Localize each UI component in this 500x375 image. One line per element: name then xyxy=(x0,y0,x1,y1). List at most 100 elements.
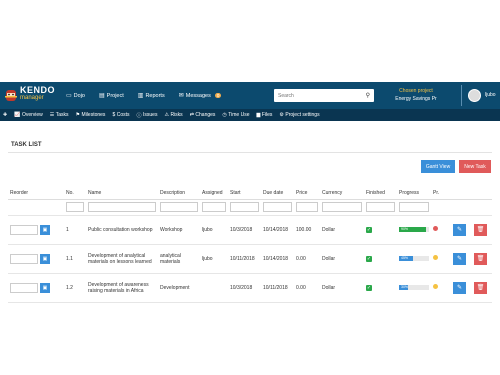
filter-cell xyxy=(472,199,492,216)
table-row[interactable]: ▣ 1.1 Development of analytical materials … xyxy=(8,244,492,274)
table-row[interactable]: ▣ 1 Public consultation workshop Workshop lj… xyxy=(8,215,492,245)
edit-button[interactable]: ✎ xyxy=(453,223,466,236)
subnav-overview[interactable]: ✚ xyxy=(3,112,7,118)
nav-project-label: Project xyxy=(106,92,124,99)
reorder-input[interactable] xyxy=(10,282,38,293)
filter-start-input[interactable] xyxy=(230,202,259,212)
logo[interactable]: KENDO manager xyxy=(2,82,60,109)
filter-assigned-input[interactable] xyxy=(202,202,226,212)
reorder-input[interactable] xyxy=(10,253,38,264)
flag-icon: ⚑ xyxy=(75,112,81,118)
edit-button[interactable]: ✎ xyxy=(453,252,466,265)
task-due: 10/14/2018 xyxy=(261,244,294,274)
filter-no-input[interactable] xyxy=(66,202,84,212)
subnav-item-costs[interactable]: $ Costs xyxy=(112,112,129,118)
subnav-label: Milestones xyxy=(81,112,106,118)
header-start[interactable]: Start xyxy=(228,187,261,200)
reorder-input[interactable] xyxy=(10,224,38,235)
header-due-date[interactable]: Due date xyxy=(261,187,294,200)
task-currency: Dollar xyxy=(320,244,364,274)
filter-finished-input[interactable] xyxy=(366,202,395,212)
chosen-project[interactable]: Chosen project Energy Savings Pr xyxy=(388,87,444,103)
header-assigned[interactable]: Assigned xyxy=(200,187,228,200)
nav-project[interactable]: ▤ Project xyxy=(99,92,124,100)
subnav-item-files[interactable]: ▆ Files xyxy=(257,112,273,118)
subnav-item-issues[interactable]: ⓘ Issues xyxy=(137,112,158,119)
header-description[interactable]: Description xyxy=(158,187,200,200)
task-no: 1 xyxy=(64,215,86,245)
subnav-label: Overview xyxy=(21,112,43,118)
task-description: Development xyxy=(158,273,200,303)
filter-name-input[interactable] xyxy=(88,202,156,212)
filter-progress-input[interactable] xyxy=(399,202,429,212)
search-input[interactable] xyxy=(278,92,366,99)
priority-icon xyxy=(433,226,438,231)
subnav-item-time-use[interactable]: ◷ Time Use xyxy=(222,112,249,118)
ninja-mascot-icon xyxy=(5,90,17,101)
task-due: 10/14/2018 xyxy=(261,215,294,245)
header-priority[interactable]: Pr. xyxy=(431,187,451,200)
delete-button[interactable]: 🗑 xyxy=(474,252,487,265)
changes-icon: ⇄ xyxy=(189,112,194,118)
tasks-icon: ☰ xyxy=(49,112,55,118)
subnav-item-project-settings[interactable]: ⚙ Project settings xyxy=(279,112,319,118)
header-progress[interactable]: Progress xyxy=(397,187,431,200)
top-navbar: KENDO manager ▭ Dojo ▤ Project ▥ Reports… xyxy=(0,82,500,109)
filter-currency-input[interactable] xyxy=(322,202,362,212)
save-order-icon[interactable]: ▣ xyxy=(40,282,50,293)
task-name[interactable]: Development of awareness raising materia… xyxy=(86,273,158,303)
task-assigned: ljubo xyxy=(200,244,228,274)
nav-reports-label: Reports xyxy=(145,92,165,99)
new-task-button[interactable]: New Task xyxy=(459,160,491,173)
top-nav: ▭ Dojo ▤ Project ▥ Reports ✉ Messages 0 xyxy=(66,92,235,99)
table-row[interactable]: ▣ 1.2 Development of awareness raising mat… xyxy=(8,273,492,303)
info-icon: ⓘ xyxy=(136,112,142,119)
gantt-view-button[interactable]: Gantt View xyxy=(421,160,455,173)
header-name[interactable]: Name xyxy=(86,187,158,200)
edit-button[interactable]: ✎ xyxy=(453,281,466,294)
logo-subtitle: manager xyxy=(20,95,44,101)
search-icon[interactable]: ⚲ xyxy=(366,92,370,99)
messages-badge: 0 xyxy=(214,93,222,98)
header-reorder[interactable]: Reorder xyxy=(8,187,64,200)
filter-cell xyxy=(431,199,451,216)
nav-dojo[interactable]: ▭ Dojo xyxy=(66,92,85,100)
subnav-item-milestones[interactable]: ⚑ Milestones xyxy=(76,112,106,118)
task-description: analytical materials xyxy=(158,244,200,274)
header-finished[interactable]: Finished xyxy=(364,187,397,200)
filter-description-input[interactable] xyxy=(160,202,198,212)
subnav-item-changes[interactable]: ⇄ Changes xyxy=(190,112,216,118)
task-price: 0.00 xyxy=(294,273,320,303)
filter-cell xyxy=(261,199,294,216)
nav-reports[interactable]: ▥ Reports xyxy=(138,92,165,100)
header-no[interactable]: No. xyxy=(64,187,86,200)
edit-cell: ✎ xyxy=(451,273,472,303)
task-name[interactable]: Public consultation workshop xyxy=(86,215,158,245)
subnav-item-tasks[interactable]: ☰ Tasks xyxy=(50,112,69,118)
save-order-icon[interactable]: ▣ xyxy=(40,253,50,264)
header-currency[interactable]: Currency xyxy=(320,187,364,200)
user-name[interactable]: ljubo xyxy=(485,92,496,98)
save-order-icon[interactable]: ▣ xyxy=(40,224,50,235)
subnav-label: Project settings xyxy=(285,112,320,118)
envelope-icon: ✉ xyxy=(178,93,184,99)
delete-button[interactable]: 🗑 xyxy=(474,281,487,294)
header-price[interactable]: Price xyxy=(294,187,320,200)
subnav-item-overview[interactable]: 📈 Overview xyxy=(14,112,43,118)
search-box: ⚲ xyxy=(274,89,374,102)
nav-dojo-label: Dojo xyxy=(73,92,85,99)
task-finished: ✓ xyxy=(364,215,397,245)
task-currency: Dollar xyxy=(320,215,364,245)
chart-icon: 📈 xyxy=(14,112,21,118)
task-name[interactable]: Development of analytical materials on l… xyxy=(86,244,158,274)
filter-due-input[interactable] xyxy=(263,202,292,212)
folder-icon: ▆ xyxy=(256,112,261,118)
avatar[interactable] xyxy=(468,89,481,102)
priority-icon xyxy=(433,255,438,260)
filter-price-input[interactable] xyxy=(296,202,318,212)
delete-button[interactable]: 🗑 xyxy=(474,223,487,236)
nav-messages[interactable]: ✉ Messages 0 xyxy=(179,92,222,99)
header-delete xyxy=(472,187,492,200)
nav-messages-label: Messages xyxy=(185,92,211,99)
subnav-item-risks[interactable]: ⚠ Risks xyxy=(164,112,182,118)
